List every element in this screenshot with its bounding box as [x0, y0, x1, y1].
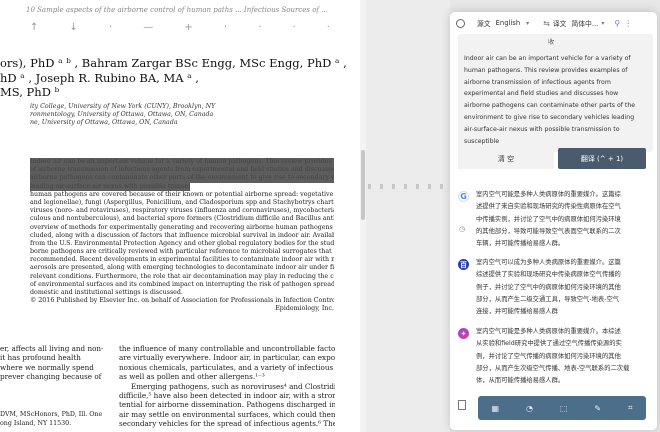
swap-icon[interactable]: ⇆ — [543, 19, 550, 28]
sidebar-toggle-icon[interactable] — [458, 400, 466, 410]
affiliation: ronmentology, University of Ottawa, Otta… — [30, 111, 214, 118]
copy-icon[interactable]: ◷ — [459, 225, 465, 233]
abstract[interactable]: Indoor air can be an important vehicle f… — [30, 158, 334, 314]
body-line: prever changing because of — [0, 372, 102, 382]
body-line: noxious chemicals, particulates, and a v… — [119, 362, 335, 372]
body-line: secondary vehicles for the spread of inf… — [119, 419, 335, 429]
body-column-left: er, affects all living and non- it has p… — [0, 344, 108, 429]
pdf-viewer: 10 Sample aspects of the airborne contro… — [0, 0, 450, 432]
selected-text-line[interactable]: of airborne transmission of infectious a… — [30, 166, 334, 175]
pdf-running-header: 10 Sample aspects of the airborne contro… — [26, 6, 328, 14]
translation-results: G ◷ 室内空气可能是多种人类病原体的重要媒介。这篇综 述提供了来自实验和现场研… — [450, 172, 657, 430]
toolbar-icon[interactable]: ◔ — [526, 404, 533, 413]
pdf-control[interactable]: · — [258, 22, 261, 33]
chevron-down-icon[interactable]: ▾ — [526, 20, 529, 27]
more-icon[interactable]: ⋮ — [624, 19, 632, 28]
source-text-area[interactable]: 收 Indoor air can be an important vehicle… — [458, 34, 653, 152]
pdf-control[interactable]: · — [293, 22, 296, 33]
page-divider-marks — [366, 180, 450, 194]
toolbar-icon[interactable]: ⬚ — [560, 404, 568, 413]
screen: 10 Sample aspects of the airborne contro… — [0, 0, 660, 432]
body-line: tential for airborne dissemination. Path… — [119, 400, 335, 410]
abstract-line: domestic and institutional settings is d… — [30, 289, 183, 296]
authors-line: MS, PhD ᵇ — [0, 85, 60, 99]
baidu-logo-icon[interactable]: 百 — [458, 259, 469, 270]
source-text[interactable]: Indoor air can be an important vehicle f… — [464, 53, 646, 147]
abstract-line: human pathogens are covered because of t… — [30, 190, 334, 198]
pdf-control[interactable]: ↓ — [70, 22, 78, 33]
toolbar-icon[interactable]: ▦ — [491, 404, 499, 413]
ai-logo-icon[interactable]: ✦ — [458, 328, 469, 339]
authors-line: hD ᵃ , Joseph R. Rubino BA, MA ᵃ , — [0, 71, 199, 85]
translator-header: 源文 English ▾ ⇆ 译文 简体中... ▾ ⚲ ⋮ — [450, 12, 657, 34]
body-column-right: the influence of many controllable and u… — [119, 344, 335, 429]
selected-text-line[interactable]: leading air-surface-air nexus with possi… — [30, 182, 190, 191]
abstract-line: overview of methods for experimentally g… — [30, 223, 334, 231]
bottom-toolbar: ▦ ◔ ⬚ ✎ ⌗ — [478, 396, 646, 420]
google-logo-icon[interactable]: G — [458, 191, 469, 202]
body-line: are virtually everywhere. Indoor air, in… — [119, 353, 335, 363]
copyright-line: Epidemiology, Inc. — [275, 305, 334, 313]
abstract-line: borne pathogens are critically reviewed … — [30, 248, 334, 256]
selected-text-line[interactable]: Indoor air can be an important vehicle f… — [30, 158, 334, 167]
translation-text[interactable]: 室内空气可以成为多种人类病原体的重要媒介。这篇 综述提供了实验和现场研究中传染病… — [476, 257, 646, 318]
body-line: as well as pollen and other allergens.¹⁻… — [119, 372, 265, 382]
body-line: ong Island, NY 11530. — [0, 420, 72, 428]
action-buttons: 清 空 翻译 (^ + 1) — [458, 148, 653, 169]
abstract-line: and legionellae), fungi (Aspergillus, Pe… — [30, 198, 334, 206]
body-line: difficile,⁵ have also been detected in i… — [119, 390, 335, 400]
body-line: air may settle on environmental surfaces… — [119, 409, 335, 419]
source-language-select[interactable]: English — [496, 19, 521, 27]
pdf-control[interactable]: ↑ — [30, 22, 38, 33]
translate-button[interactable]: 翻译 (^ + 1) — [558, 148, 646, 169]
source-label: 源文 — [477, 20, 491, 28]
pdf-control[interactable]: — — [143, 22, 153, 33]
target-language-select[interactable]: 简体中... — [571, 18, 598, 28]
pdf-control[interactable]: · — [109, 22, 112, 33]
abstract-line: relevant conditions. Furthermore, the ro… — [30, 272, 334, 280]
body-line — [0, 391, 108, 400]
abstract-line: of environmental surfaces and its combin… — [30, 280, 334, 288]
body-line: Emerging pathogens, such as noroviruses⁴… — [131, 381, 335, 391]
body-line: DVM, MScHonors, PhD, Ill. One — [0, 410, 103, 418]
settings-icon[interactable] — [456, 18, 465, 28]
authors-line: ors), PhD ᵃ ᵇ , Bahram Zargar BSc Engg, … — [0, 56, 347, 70]
body-line — [0, 382, 108, 391]
pdf-scrollbar-thumb[interactable] — [361, 150, 365, 220]
abstract-line: aerosols are presented, along with emerg… — [30, 264, 334, 272]
pdf-control[interactable]: + — [184, 22, 192, 33]
clear-button[interactable]: 清 空 — [458, 148, 554, 169]
translation-text[interactable]: 室内空气可能是多种人类病原体的重要媒介。这篇综 述提供了来自实验和现场研究的传染… — [476, 189, 646, 250]
abstract-line: viruses (noro- and rotaviruses), respira… — [30, 207, 334, 215]
selected-text-line[interactable]: airborne pathogens can contaminate other… — [30, 174, 334, 183]
abstract-line: culous and nontuberculous), and bacteria… — [30, 215, 334, 223]
toolbar-icon[interactable]: ✎ — [594, 404, 601, 413]
body-line — [0, 400, 108, 409]
body-line: where we normally spend — [0, 362, 94, 372]
affiliation: ity College, University of New York (CUN… — [30, 103, 216, 110]
body-line: the influence of many controllable and u… — [119, 344, 335, 353]
affiliation: ne, University of Ottawa, Ottawa, ON, Ca… — [30, 119, 178, 126]
translation-text[interactable]: 室内空气可能是多种人类病原体的重要媒介。本综述 从实验和field研究中提供了通… — [476, 326, 646, 387]
copyright-line: © 2016 Published by Elsevier Inc. on beh… — [30, 297, 334, 305]
body-line: er, affects all living and non- — [0, 344, 104, 353]
target-label: 译文 — [552, 20, 567, 28]
abstract-line: cluded, along with a discussion of facto… — [30, 231, 334, 239]
collapse-handle[interactable]: 收 — [548, 37, 554, 46]
pdf-page: 10 Sample aspects of the airborne contro… — [0, 0, 363, 432]
abstract-line: recommended. Recent developments in expe… — [30, 256, 334, 264]
translator-panel: 源文 English ▾ ⇆ 译文 简体中... ▾ ⚲ ⋮ 收 Indoor … — [450, 12, 657, 430]
abstract-line: from the U.S. Environmental Protection A… — [30, 239, 334, 247]
pdf-control[interactable]: · — [327, 22, 330, 33]
pdf-toolbar: ↑ ↓ · — + · · · · — [30, 22, 330, 33]
toolbar-icon[interactable]: ⌗ — [628, 403, 633, 413]
chevron-down-icon[interactable]: ▾ — [601, 20, 604, 27]
pin-icon[interactable]: ⚲ — [614, 19, 620, 28]
body-line: it has profound health — [0, 353, 81, 363]
pdf-control[interactable]: · — [224, 22, 227, 33]
